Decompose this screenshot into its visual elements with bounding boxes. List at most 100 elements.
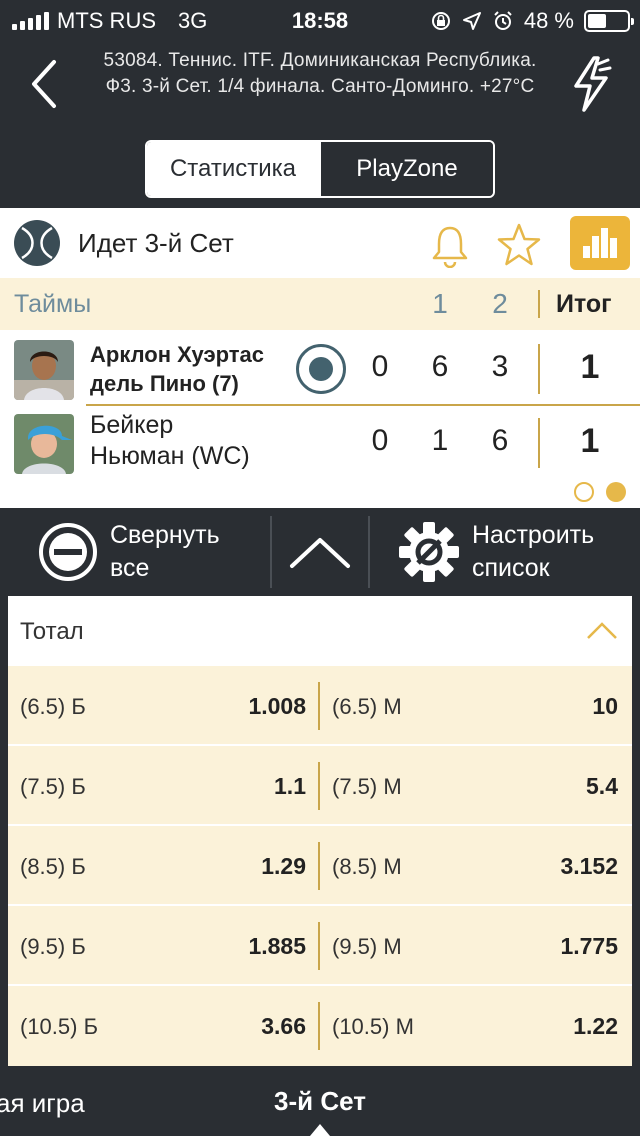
- set-score: 3: [491, 350, 509, 383]
- customize-list-label: Настроить список: [472, 519, 594, 585]
- toolbar-divider: [368, 516, 370, 588]
- scoreboard: Идет 3-й Сет Таймы 1 2 Итог Арклон Хуэрт…: [0, 208, 640, 508]
- collapse-all-label: Свернуть все: [110, 519, 220, 585]
- odds-row: (6.5) Б 1.008 (6.5) М 10: [8, 666, 632, 746]
- under-odd-button[interactable]: 3.152: [488, 853, 618, 880]
- over-odd-button[interactable]: 1.008: [188, 693, 306, 720]
- status-right: 48 %: [430, 8, 634, 34]
- player-name-line: Арклон Хуэртас: [90, 342, 265, 367]
- player-name-line: Ньюман (WC): [90, 442, 250, 470]
- collapse-all-button[interactable]: Свернуть все: [38, 508, 220, 596]
- divider: [538, 418, 540, 468]
- active-tab-indicator: [310, 1124, 330, 1136]
- set-score: 1: [431, 424, 449, 457]
- chevron-up-icon[interactable]: [586, 622, 618, 640]
- status-bar: MTS RUS 3G 18:58 48 %: [0, 0, 640, 40]
- divider: [538, 344, 540, 394]
- back-icon[interactable]: [26, 58, 66, 110]
- stats-button[interactable]: [570, 216, 630, 270]
- odds-divider: [318, 1002, 320, 1050]
- bottom-nav: ая игра 3-й Сет: [0, 1066, 640, 1136]
- over-label: (8.5) Б: [20, 854, 86, 879]
- set-score: 0: [371, 350, 389, 383]
- under-odd-button[interactable]: 10: [488, 693, 618, 720]
- alarm-icon: [494, 11, 512, 30]
- customize-label-line: Настроить: [472, 521, 595, 549]
- tab-current-set[interactable]: 3-й Сет: [0, 1086, 640, 1117]
- market-title: Тотал: [20, 618, 84, 645]
- under-label: (8.5) М: [332, 854, 402, 879]
- page-dot-active[interactable]: [606, 482, 626, 502]
- collapse-label-line: Свернуть: [110, 521, 220, 549]
- location-icon: [462, 12, 481, 30]
- set-score: 6: [431, 350, 449, 383]
- under-label: (7.5) М: [332, 774, 402, 799]
- under-odd-button[interactable]: 5.4: [488, 773, 618, 800]
- under-label: (6.5) М: [332, 694, 402, 719]
- over-label: (7.5) Б: [20, 774, 86, 799]
- page-dot[interactable]: [574, 482, 594, 502]
- header: 53084. Теннис. ITF. Доминиканская Респуб…: [0, 40, 640, 128]
- market-header[interactable]: Тотал: [8, 596, 632, 666]
- serve-indicator-icon: [296, 344, 346, 394]
- odds-divider: [318, 682, 320, 730]
- page-indicator[interactable]: [574, 482, 626, 502]
- odds-divider: [318, 922, 320, 970]
- periods-header: Таймы 1 2 Итог: [0, 278, 640, 330]
- view-switcher: Статистика PlayZone: [145, 140, 495, 198]
- toolbar: Свернуть все Настроить список: [0, 508, 640, 596]
- odds-divider: [318, 762, 320, 810]
- toolbar-divider: [270, 516, 272, 588]
- tab-playzone[interactable]: PlayZone: [319, 142, 493, 196]
- set-score: 0: [371, 424, 389, 457]
- market-total: Тотал (6.5) Б 1.008 (6.5) М 10 (7.5) Б 1.1 (7.…: [8, 596, 632, 1066]
- tab-statistics[interactable]: Статистика: [147, 142, 319, 196]
- player-avatar: [14, 340, 74, 400]
- odds-row: (7.5) Б 1.1 (7.5) М 5.4: [8, 746, 632, 826]
- under-odd-button[interactable]: 1.775: [488, 933, 618, 960]
- over-label: (9.5) Б: [20, 934, 86, 959]
- divider: [538, 290, 540, 318]
- odds-row: (9.5) Б 1.885 (9.5) М 1.775: [8, 906, 632, 986]
- over-label: (6.5) Б: [20, 694, 86, 719]
- bell-icon[interactable]: [430, 224, 470, 268]
- customize-label-line: список: [472, 554, 550, 582]
- page-title: 53084. Теннис. ITF. Доминиканская Респуб…: [103, 50, 537, 97]
- customize-list-button[interactable]: Настроить список: [398, 508, 594, 596]
- star-icon[interactable]: [496, 222, 542, 268]
- period-number: 1: [432, 288, 448, 319]
- player-avatar: [14, 414, 74, 474]
- set-score: 6: [491, 424, 509, 457]
- under-label: (10.5) М: [332, 1014, 414, 1039]
- odds-divider: [318, 842, 320, 890]
- over-odd-button[interactable]: 1.1: [188, 773, 306, 800]
- chevron-up-icon: [290, 538, 350, 568]
- player-name-line: дель Пино (7): [90, 371, 239, 396]
- collapse-icon: [39, 523, 97, 581]
- over-odd-button[interactable]: 3.66: [188, 1013, 306, 1040]
- scroll-up-button[interactable]: [288, 508, 352, 596]
- player-row: Арклон Хуэртас дель Пино (7) 0 6 3 1: [0, 332, 640, 406]
- total-score: 1: [580, 422, 600, 460]
- over-odd-button[interactable]: 1.885: [188, 933, 306, 960]
- periods-label: Таймы: [14, 290, 92, 318]
- battery-icon: [584, 10, 634, 32]
- lightning-icon[interactable]: [568, 56, 612, 112]
- over-label: (10.5) Б: [20, 1014, 99, 1039]
- player-name: Бейкер Ньюман (WC): [90, 410, 250, 472]
- total-score: 1: [580, 348, 600, 386]
- tennis-ball-icon: [14, 220, 60, 266]
- player-name-line: Бейкер: [90, 411, 174, 439]
- under-odd-button[interactable]: 1.22: [488, 1013, 618, 1040]
- odds-row: (8.5) Б 1.29 (8.5) М 3.152: [8, 826, 632, 906]
- collapse-label-line: все: [110, 554, 150, 582]
- period-number: 2: [492, 288, 508, 319]
- rotation-lock-icon: [431, 12, 450, 30]
- player-row: Бейкер Ньюман (WC) 0 1 6 1: [0, 406, 640, 480]
- under-label: (9.5) М: [332, 934, 402, 959]
- match-state: Идет 3-й Сет: [78, 228, 234, 258]
- over-odd-button[interactable]: 1.29: [188, 853, 306, 880]
- battery-percent: 48 %: [523, 8, 574, 33]
- player-name: Арклон Хуэртас дель Пино (7): [90, 340, 264, 398]
- odds-row: (10.5) Б 3.66 (10.5) М 1.22: [8, 986, 632, 1066]
